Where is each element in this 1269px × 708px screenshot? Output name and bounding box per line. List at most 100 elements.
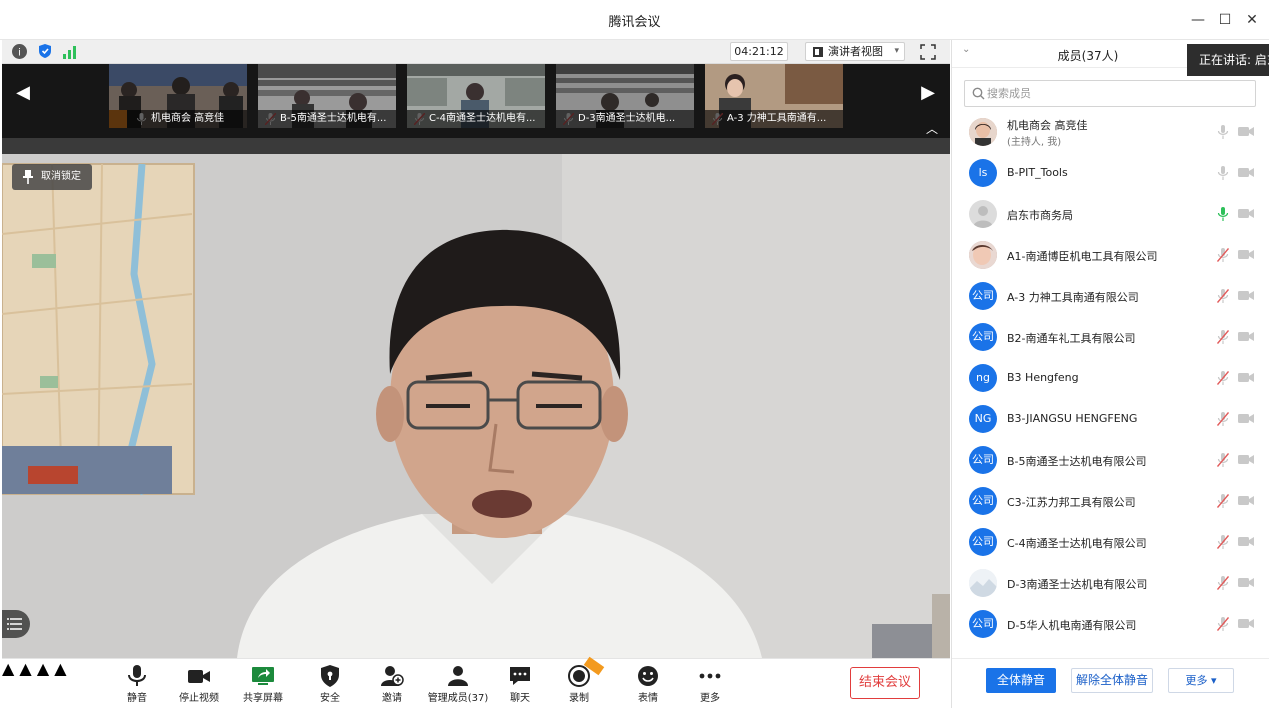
layout-icon xyxy=(813,47,823,57)
security-button[interactable]: 安全 xyxy=(312,659,348,708)
stop-video-label: 停止视频 xyxy=(179,693,219,704)
more-button[interactable]: 更多 xyxy=(692,659,728,708)
member-row[interactable]: 公司 B2-南通车礼工具有限公司 xyxy=(952,317,1269,357)
member-row[interactable]: 公司 C-4南通圣士达机电有限公司 xyxy=(952,522,1269,562)
camera-icon[interactable] xyxy=(1238,249,1254,260)
mic-off-icon[interactable] xyxy=(1217,371,1229,385)
share-options-caret[interactable]: ▲ xyxy=(37,659,49,678)
thumbnail-label: D-3南通圣士达机电... xyxy=(556,110,694,128)
camera-icon[interactable] xyxy=(1238,290,1254,301)
reactions-button[interactable]: 表情 xyxy=(630,659,666,708)
mute-button[interactable]: 静音 xyxy=(115,659,159,708)
invite-label: 邀请 xyxy=(382,693,402,704)
chat-button[interactable]: 聊天 xyxy=(502,659,538,708)
caret-down-icon: ▾ xyxy=(894,46,899,56)
strip-prev-button[interactable]: ◀ xyxy=(14,78,32,108)
strip-next-button[interactable]: ▶ xyxy=(919,78,937,108)
member-row[interactable]: D-3南通圣士达机电有限公司 xyxy=(952,563,1269,603)
signal-strength-icon[interactable] xyxy=(62,44,78,59)
member-row[interactable]: 公司 B-5南通圣士达机电有限公司 xyxy=(952,440,1269,480)
member-row[interactable]: 公司 A-3 力神工具南通有限公司 xyxy=(952,276,1269,316)
member-row[interactable]: NG B3-JIANGSU HENGFENG xyxy=(952,399,1269,439)
end-meeting-button[interactable]: 结束会议 xyxy=(850,667,920,699)
camera-icon[interactable] xyxy=(1238,331,1254,342)
manage-members-button[interactable]: 管理成员(37) xyxy=(425,659,491,708)
member-avatar: NG xyxy=(969,405,997,433)
audio-options-caret[interactable]: ▲ xyxy=(2,659,14,678)
member-row[interactable]: A1-南通博臣机电工具有限公司 xyxy=(952,235,1269,275)
mic-off-icon[interactable] xyxy=(1217,576,1229,590)
participant-thumbnail[interactable]: D-3南通圣士达机电... xyxy=(556,64,694,128)
member-name: D-3南通圣士达机电有限公司 xyxy=(1007,578,1148,591)
collapse-strip-icon[interactable]: ︿ xyxy=(926,120,938,137)
mic-icon[interactable] xyxy=(1217,166,1229,180)
panel-more-button[interactable]: 更多 ▾ xyxy=(1168,668,1234,693)
fullscreen-icon[interactable] xyxy=(918,42,938,62)
participant-thumbnail[interactable]: 机电商会 高竞佳 xyxy=(109,64,247,128)
maximize-button[interactable]: ☐ xyxy=(1213,8,1237,32)
participant-thumbnail[interactable]: B-5南通圣士达机电有... xyxy=(258,64,396,128)
member-row[interactable]: 启东市商务局 xyxy=(952,194,1269,234)
member-name: C3-江苏力邦工具有限公司 xyxy=(1007,496,1136,509)
participant-thumbnail-strip: ◀ 机电商会 高竞佳 B-5南通圣士达机电有... C-4南通圣士达机电有...… xyxy=(2,64,950,138)
member-row[interactable]: 机电商会 高竞佳 (主持人, 我) xyxy=(952,112,1269,152)
close-button[interactable]: ✕ xyxy=(1240,8,1264,32)
member-row[interactable]: ls B-PIT_Tools xyxy=(952,153,1269,193)
thumbnail-label: B-5南通圣士达机电有... xyxy=(258,110,396,128)
security-shield-icon xyxy=(321,665,339,687)
reactions-label: 表情 xyxy=(638,693,658,704)
mic-off-icon[interactable] xyxy=(1217,248,1229,262)
camera-icon[interactable] xyxy=(1238,167,1254,178)
share-screen-button[interactable]: 共享屏幕 xyxy=(240,659,286,708)
camera-icon[interactable] xyxy=(1238,495,1254,506)
list-toggle-icon[interactable] xyxy=(2,610,30,638)
member-avatar: ls xyxy=(969,159,997,187)
view-mode-dropdown[interactable]: 演讲者视图 ▾ xyxy=(805,42,905,61)
mic-off-icon[interactable] xyxy=(1217,494,1229,508)
thumbnail-label: A-3 力神工具南通有... xyxy=(705,110,843,128)
member-name: C-4南通圣士达机电有限公司 xyxy=(1007,537,1147,550)
mic-active-icon[interactable] xyxy=(1217,207,1229,221)
thumbnail-label: C-4南通圣士达机电有... xyxy=(407,110,545,128)
svg-text:i: i xyxy=(18,48,21,59)
participant-thumbnail[interactable]: A-3 力神工具南通有... xyxy=(705,64,843,128)
info-icon[interactable]: i xyxy=(12,44,27,59)
shield-icon[interactable] xyxy=(38,43,52,59)
invite-button[interactable]: 邀请 xyxy=(374,659,410,708)
video-options-caret[interactable]: ▲ xyxy=(19,659,31,678)
participant-thumbnail[interactable]: C-4南通圣士达机电有... xyxy=(407,64,545,128)
camera-icon[interactable] xyxy=(1238,618,1254,629)
camera-icon[interactable] xyxy=(1238,126,1254,137)
minimize-button[interactable]: — xyxy=(1186,8,1210,32)
camera-icon[interactable] xyxy=(1238,208,1254,219)
camera-icon[interactable] xyxy=(1238,372,1254,383)
video-area: i 04:21:12 演讲者视图 ▾ ◀ 机电商会 高竞佳 B-5南通圣士达机电… xyxy=(2,40,950,658)
mic-off-icon[interactable] xyxy=(1217,535,1229,549)
member-avatar xyxy=(969,569,997,597)
mic-icon[interactable] xyxy=(1217,125,1229,139)
member-search[interactable] xyxy=(964,80,1256,107)
stop-video-button[interactable]: 停止视频 xyxy=(176,659,222,708)
mic-off-icon[interactable] xyxy=(1217,330,1229,344)
mic-off-icon[interactable] xyxy=(1217,412,1229,426)
mic-off-icon[interactable] xyxy=(1217,289,1229,303)
member-search-input[interactable] xyxy=(987,84,1247,103)
member-avatar: 公司 xyxy=(969,282,997,310)
mic-off-icon[interactable] xyxy=(1217,453,1229,467)
record-options-caret[interactable]: ▲ xyxy=(54,659,66,678)
camera-icon[interactable] xyxy=(1238,413,1254,424)
unpin-button[interactable]: 取消锁定 xyxy=(12,164,92,190)
member-row[interactable]: 公司 C3-江苏力邦工具有限公司 xyxy=(952,481,1269,521)
smiley-icon xyxy=(638,666,658,686)
camera-icon[interactable] xyxy=(1238,536,1254,547)
member-row[interactable]: ng B3 Hengfeng xyxy=(952,358,1269,398)
member-row[interactable]: 公司 D-5华人机电南通有限公司 xyxy=(952,604,1269,644)
video-camera-icon xyxy=(188,670,210,683)
camera-icon[interactable] xyxy=(1238,454,1254,465)
unmute-all-button[interactable]: 解除全体静音 xyxy=(1071,668,1153,693)
mute-all-button[interactable]: 全体静音 xyxy=(986,668,1056,693)
mic-off-icon[interactable] xyxy=(1217,617,1229,631)
record-button[interactable]: 录制 xyxy=(561,656,605,708)
members-panel-footer: 全体静音 解除全体静音 更多 ▾ xyxy=(952,658,1269,708)
camera-icon[interactable] xyxy=(1238,577,1254,588)
